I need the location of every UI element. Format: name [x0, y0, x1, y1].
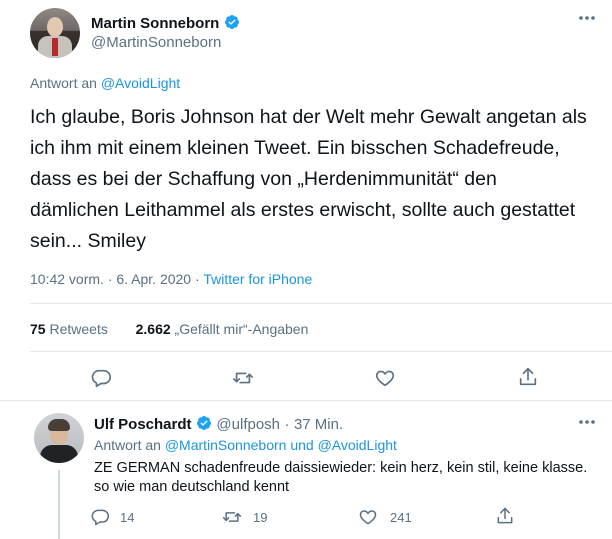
reply-time[interactable]: 37 Min.	[294, 416, 343, 433]
reply-count: 14	[120, 509, 135, 525]
share-icon[interactable]	[495, 506, 515, 531]
reply-header: Ulf Poschardt @ulfposh · 37 Min.	[94, 415, 343, 434]
reply-to-link[interactable]: @AvoidLight	[101, 75, 180, 91]
reply-icon	[91, 509, 110, 526]
reply-author-handle[interactable]: @ulfposh	[216, 416, 280, 433]
likes-count: 2.662	[135, 321, 171, 337]
reply-to-links[interactable]: @MartinSonneborn und @AvoidLight	[165, 437, 397, 453]
reply-prefix: Antwort an	[94, 437, 161, 453]
retweets-label: Retweets	[49, 321, 108, 337]
likes-label: „Gefällt mir“-Angaben	[174, 321, 309, 337]
retweet-count: 19	[253, 509, 268, 525]
author-name[interactable]: Martin Sonneborn	[91, 15, 219, 32]
retweets-stat[interactable]: 75 Retweets	[30, 321, 108, 337]
reply-author-name[interactable]: Ulf Poschardt	[94, 416, 192, 433]
reply-reply-button[interactable]: 14	[90, 507, 134, 527]
reply-text: ZE GERMAN schadenfreude daissiewieder: k…	[94, 460, 588, 495]
retweets-count: 75	[30, 321, 46, 337]
author-handle[interactable]: @MartinSonneborn	[91, 34, 221, 51]
like-count: 241	[390, 509, 412, 525]
meta-separator: ·	[195, 271, 200, 287]
divider	[30, 303, 612, 304]
reply-prefix: Antwort an	[30, 75, 97, 91]
reply-author-avatar[interactable]	[34, 413, 84, 463]
share-icon[interactable]	[517, 366, 539, 388]
tweet-source[interactable]: Twitter for iPhone	[203, 271, 312, 287]
divider	[0, 400, 612, 401]
like-icon	[359, 510, 377, 525]
verified-badge-icon	[224, 15, 239, 29]
reply-separator: ·	[284, 416, 290, 433]
thread-line	[58, 470, 60, 539]
author-avatar[interactable]	[30, 8, 80, 58]
reply-retweet-button[interactable]: 19	[221, 507, 267, 527]
reply-like-button[interactable]: 241	[358, 507, 412, 527]
tweet-meta: 10:42 vorm. · 6. Apr. 2020 · Twitter for…	[30, 271, 312, 287]
retweet-icon[interactable]	[231, 367, 255, 389]
reply-to-line: Antwort an @AvoidLight	[30, 75, 180, 91]
like-icon[interactable]	[374, 367, 396, 389]
tweet-stats: 75 Retweets 2.662 „Gefällt mir“-Angaben	[30, 321, 308, 337]
retweet-icon	[222, 512, 242, 522]
divider	[30, 351, 612, 352]
more-dots-icon[interactable]	[574, 10, 600, 26]
more-dots-icon[interactable]	[574, 414, 600, 430]
tweet-timestamp[interactable]: 10:42 vorm. · 6. Apr. 2020	[30, 271, 191, 287]
tweet-text: Ich glaube, Boris Johnson hat der Welt m…	[30, 106, 587, 252]
reply-icon[interactable]	[90, 367, 112, 389]
author-name-row[interactable]: Martin Sonneborn	[91, 14, 240, 33]
likes-stat[interactable]: 2.662 „Gefällt mir“-Angaben	[136, 321, 309, 337]
reply-reply-to-line: Antwort an @MartinSonneborn und @AvoidLi…	[94, 437, 397, 453]
verified-badge-icon	[196, 416, 211, 430]
